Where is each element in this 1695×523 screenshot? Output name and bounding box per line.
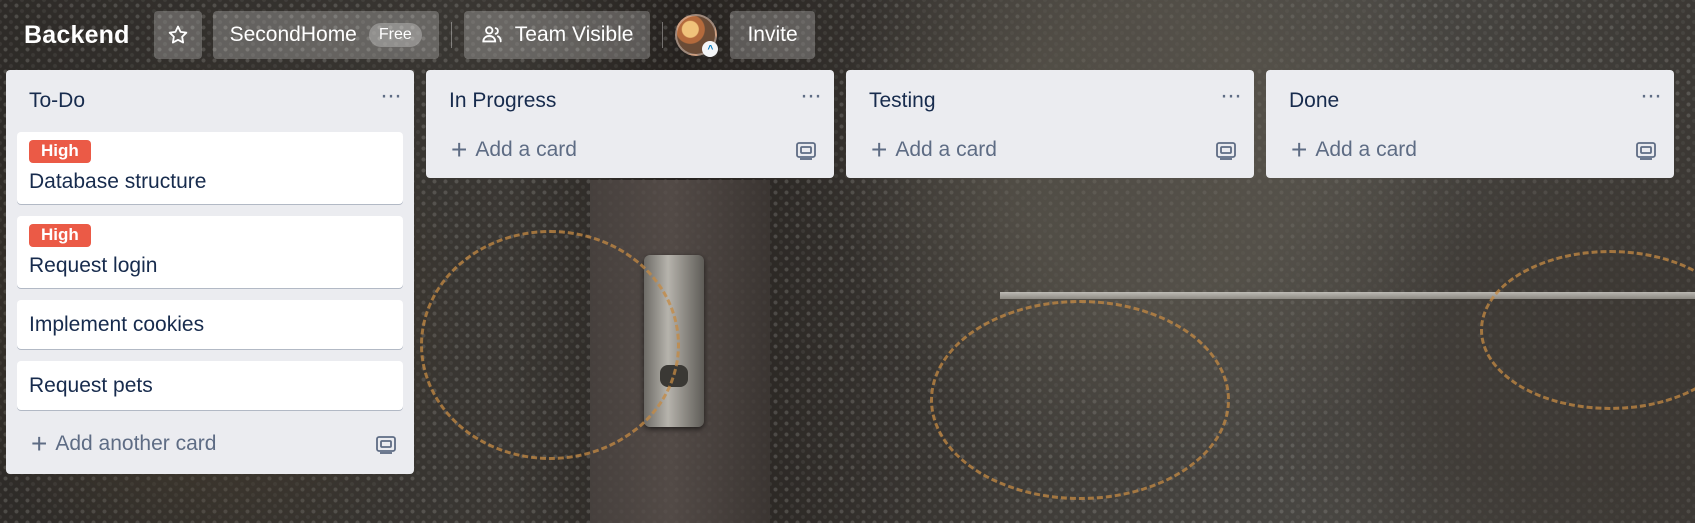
header-divider <box>450 22 452 48</box>
add-card-label: Add a card <box>475 138 577 161</box>
member-avatar[interactable]: ^ <box>675 14 719 57</box>
add-card-label: Add another card <box>55 432 217 455</box>
card-title: Request login <box>29 254 158 277</box>
card[interactable]: Implement cookies <box>17 300 403 349</box>
add-card-button[interactable]: + Add a card <box>451 136 577 164</box>
list-done: Done ··· + Add a card <box>1266 70 1674 178</box>
card[interactable]: Request pets <box>17 361 403 410</box>
star-button[interactable] <box>153 11 202 59</box>
add-card-label: Add a card <box>895 138 997 161</box>
list-menu-icon[interactable]: ··· <box>1220 84 1242 118</box>
add-card-button[interactable]: + Add a card <box>1291 136 1417 164</box>
list-menu-icon[interactable]: ··· <box>380 84 402 118</box>
list-header: Testing ··· <box>857 70 1243 132</box>
list-in-progress: In Progress ··· + Add a card <box>426 70 834 178</box>
plan-badge: Free <box>368 23 422 47</box>
add-card-button[interactable]: + Add another card <box>31 430 216 458</box>
card-template-icon[interactable] <box>1635 140 1657 160</box>
board-header: Backend SecondHome Free Team Visible ^ I… <box>0 0 1695 70</box>
card-template-icon[interactable] <box>795 140 817 160</box>
list-testing: Testing ··· + Add a card <box>846 70 1254 178</box>
card-template-icon[interactable] <box>1215 140 1237 160</box>
visibility-label: Team Visible <box>514 23 634 46</box>
background-cable <box>930 300 1230 500</box>
add-card-row: + Add a card <box>857 124 1243 176</box>
star-icon <box>168 25 187 44</box>
board-title[interactable]: Backend <box>24 21 130 50</box>
admin-chevron-icon: ^ <box>702 41 719 57</box>
invite-label: Invite <box>747 23 798 46</box>
background-cable <box>1480 250 1695 410</box>
add-card-label: Add a card <box>1315 138 1417 161</box>
list-header: In Progress ··· <box>437 70 823 132</box>
add-card-row: + Add another card <box>17 418 403 470</box>
list-title[interactable]: Done <box>1289 89 1339 113</box>
background-cable <box>420 230 680 460</box>
card[interactable]: High Database structure <box>17 132 403 204</box>
visibility-button[interactable]: Team Visible <box>463 11 651 59</box>
card[interactable]: High Request login <box>17 216 403 288</box>
list-title[interactable]: In Progress <box>449 89 556 113</box>
header-divider <box>662 22 664 48</box>
card-title: Database structure <box>29 170 207 193</box>
plus-icon: + <box>451 134 468 165</box>
workspace-button[interactable]: SecondHome Free <box>212 11 439 59</box>
plus-icon: + <box>871 134 888 165</box>
add-card-row: + Add a card <box>437 124 823 176</box>
list-header: To-Do ··· <box>17 70 403 132</box>
list-title[interactable]: To-Do <box>29 89 85 113</box>
plus-icon: + <box>1291 134 1308 165</box>
list-menu-icon[interactable]: ··· <box>800 84 822 118</box>
card-title: Implement cookies <box>29 313 205 336</box>
list-todo: To-Do ··· High Database structure High R… <box>6 70 414 474</box>
workspace-name: SecondHome <box>229 23 357 46</box>
list-title[interactable]: Testing <box>869 89 936 113</box>
add-card-button[interactable]: + Add a card <box>871 136 997 164</box>
priority-label: High <box>29 140 91 163</box>
add-card-row: + Add a card <box>1277 124 1663 176</box>
list-header: Done ··· <box>1277 70 1663 132</box>
priority-label: High <box>29 224 91 247</box>
card-template-icon[interactable] <box>375 434 397 454</box>
plus-icon: + <box>31 428 48 459</box>
team-icon <box>482 26 502 43</box>
invite-button[interactable]: Invite <box>730 11 815 59</box>
card-title: Request pets <box>29 374 153 397</box>
list-menu-icon[interactable]: ··· <box>1640 84 1662 118</box>
